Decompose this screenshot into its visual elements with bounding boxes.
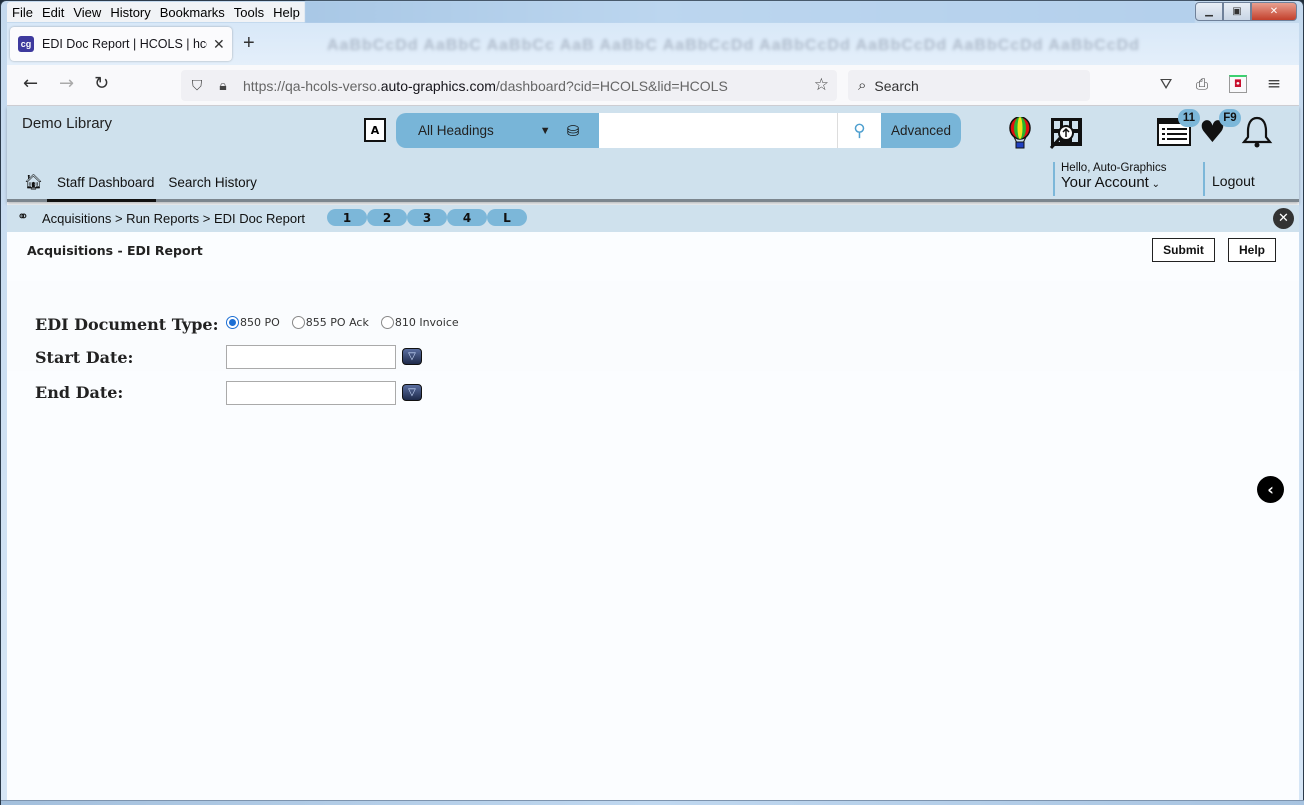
navigation-toolbar: ← → ↻ ⛉ 🔒︎ https://qa-hcols-verso.auto-g… — [7, 65, 1299, 106]
library-name: Demo Library — [22, 115, 113, 132]
chevron-down-icon: ▼ — [539, 124, 551, 137]
radio-button[interactable] — [291, 316, 305, 329]
radio-button[interactable] — [380, 316, 394, 329]
chevron-down-icon: ⌄ — [1148, 179, 1161, 190]
pocket-icon[interactable]: ⛛ — [1157, 75, 1175, 93]
main-nav: 🏠︎ Staff Dashboard Search History — [24, 173, 271, 191]
start-date-picker-icon[interactable]: ▽ — [402, 348, 422, 365]
window-close-button[interactable]: ✕ — [1251, 2, 1297, 21]
submit-button[interactable]: Submit — [1152, 238, 1215, 262]
print-icon[interactable]: ⎙ — [1193, 75, 1211, 93]
app-viewport: Demo Library A All Headings ▼ ⛁ ⚲ Advanc… — [7, 106, 1299, 800]
quick-tab-3[interactable]: 3 — [407, 209, 447, 226]
database-icon[interactable]: ⛁ — [567, 122, 580, 140]
hamburger-menu-icon[interactable]: ≡ — [1265, 74, 1283, 94]
search-placeholder: Search — [874, 77, 919, 94]
reload-icon[interactable]: ↻ — [94, 73, 109, 94]
mcafee-extension-icon[interactable]: ◘ — [1229, 75, 1247, 93]
window-bottom-border — [1, 800, 1304, 805]
end-date-label: End Date: — [35, 383, 124, 402]
nav-search-history[interactable]: Search History — [168, 175, 257, 190]
account-menu[interactable]: Hello, Auto-Graphics Your Account ⌄ — [1053, 162, 1166, 196]
menu-tools[interactable]: Tools — [234, 5, 264, 20]
advanced-search-button[interactable]: Advanced — [881, 113, 961, 148]
menu-help[interactable]: Help — [273, 5, 300, 20]
menu-file[interactable]: File — [12, 5, 33, 20]
radio-850-po[interactable]: 850 PO — [226, 316, 280, 329]
shield-icon[interactable]: ⛉ — [189, 77, 205, 94]
browser-window: File Edit View History Bookmarks Tools H… — [0, 0, 1304, 805]
tab-close-icon[interactable]: ✕ — [213, 36, 225, 53]
start-date-input[interactable] — [226, 345, 396, 369]
heading-select-value: All Headings — [418, 123, 494, 138]
forward-arrow-icon[interactable]: → — [59, 73, 74, 94]
link-icon: ⚭ — [17, 209, 29, 225]
account-label: Your Account — [1061, 174, 1149, 191]
help-button[interactable]: Help — [1228, 238, 1276, 262]
close-page-icon[interactable]: ✕ — [1273, 208, 1294, 229]
doc-type-radio-group: 850 PO 855 PO Ack 810 Invoice — [226, 316, 471, 329]
start-date-label: Start Date: — [35, 348, 134, 367]
side-panel-toggle-icon[interactable]: ‹ — [1257, 476, 1284, 503]
radio-button-checked[interactable] — [226, 316, 239, 329]
translate-icon[interactable]: A — [364, 118, 386, 142]
favorites-badge: F9 — [1219, 109, 1241, 127]
search-icon: ⌕ — [858, 77, 867, 94]
lock-icon[interactable]: 🔒︎ — [215, 77, 231, 94]
menu-bookmarks[interactable]: Bookmarks — [160, 5, 225, 20]
home-icon[interactable]: 🏠︎ — [24, 173, 43, 191]
heading-select[interactable]: All Headings ▼ ⛁ — [396, 113, 599, 148]
page-title: Acquisitions - EDI Report — [27, 243, 203, 258]
account-greeting: Hello, Auto-Graphics — [1061, 162, 1167, 174]
app-header: Demo Library A All Headings ▼ ⛁ ⚲ Advanc… — [7, 106, 1299, 202]
back-arrow-icon[interactable]: ← — [23, 73, 38, 94]
radio-855-po-ack[interactable]: 855 PO Ack — [291, 316, 369, 329]
catalog-search-input[interactable] — [599, 113, 837, 148]
browser-search-box[interactable]: ⌕ Search — [848, 70, 1090, 101]
search-button[interactable]: ⚲ — [837, 113, 881, 148]
menu-bar: File Edit View History Bookmarks Tools H… — [7, 2, 305, 22]
hot-air-balloon-icon[interactable] — [1008, 117, 1032, 149]
quick-tab-l[interactable]: L — [487, 209, 527, 226]
browser-tab-active[interactable]: cg EDI Doc Report | HCOLS | hcols ✕ — [10, 27, 232, 61]
quick-tab-4[interactable]: 4 — [447, 209, 487, 226]
menu-history[interactable]: History — [110, 5, 150, 20]
title-bar-background — [305, 1, 1195, 23]
end-date-input[interactable] — [226, 381, 396, 405]
tab-title: EDI Doc Report | HCOLS | hcols — [42, 37, 207, 51]
menu-view[interactable]: View — [73, 5, 101, 20]
doc-type-label: EDI Document Type: — [35, 315, 219, 334]
quick-tab-2[interactable]: 2 — [367, 209, 407, 226]
url-bar[interactable]: ⛉ 🔒︎ https://qa-hcols-verso.auto-graphic… — [181, 70, 837, 101]
new-tab-button[interactable]: + — [243, 32, 255, 55]
quick-tabs: 1 2 3 4 L — [327, 209, 527, 226]
blurred-background-content: AaBbCcDd AaBbC AaBbCc AaB AaBbC AaBbCcDd… — [327, 37, 1140, 54]
catalog-search-group: All Headings ▼ ⛁ ⚲ Advanced — [396, 113, 961, 148]
search-icon: ⚲ — [853, 120, 866, 141]
breadcrumb-bar: ⚭ Acquisitions > Run Reports > EDI Doc R… — [7, 205, 1299, 232]
quick-tab-1[interactable]: 1 — [327, 209, 367, 226]
maximize-button[interactable]: ▣ — [1223, 2, 1251, 21]
end-date-picker-icon[interactable]: ▽ — [402, 384, 422, 401]
breadcrumb: Acquisitions > Run Reports > EDI Doc Rep… — [42, 211, 306, 226]
window-controls: ▁ ▣ ✕ — [1195, 2, 1297, 21]
radio-810-invoice[interactable]: 810 Invoice — [380, 316, 459, 329]
nav-staff-dashboard[interactable]: Staff Dashboard — [57, 175, 154, 190]
menu-edit[interactable]: Edit — [42, 5, 64, 20]
favicon-icon: cg — [18, 36, 34, 52]
bookmark-star-icon[interactable]: ☆ — [814, 75, 829, 95]
active-tab-indicator — [47, 199, 156, 202]
list-count-badge: 11 — [1178, 109, 1200, 127]
url-text: https://qa-hcols-verso.auto-graphics.com… — [243, 77, 728, 94]
minimize-button[interactable]: ▁ — [1195, 2, 1223, 21]
notification-bell-icon[interactable] — [1241, 115, 1273, 149]
tab-strip: cg EDI Doc Report | HCOLS | hcols ✕ + Aa… — [7, 23, 1299, 65]
image-search-icon[interactable] — [1048, 116, 1084, 150]
logout-link[interactable]: Logout — [1203, 162, 1255, 196]
